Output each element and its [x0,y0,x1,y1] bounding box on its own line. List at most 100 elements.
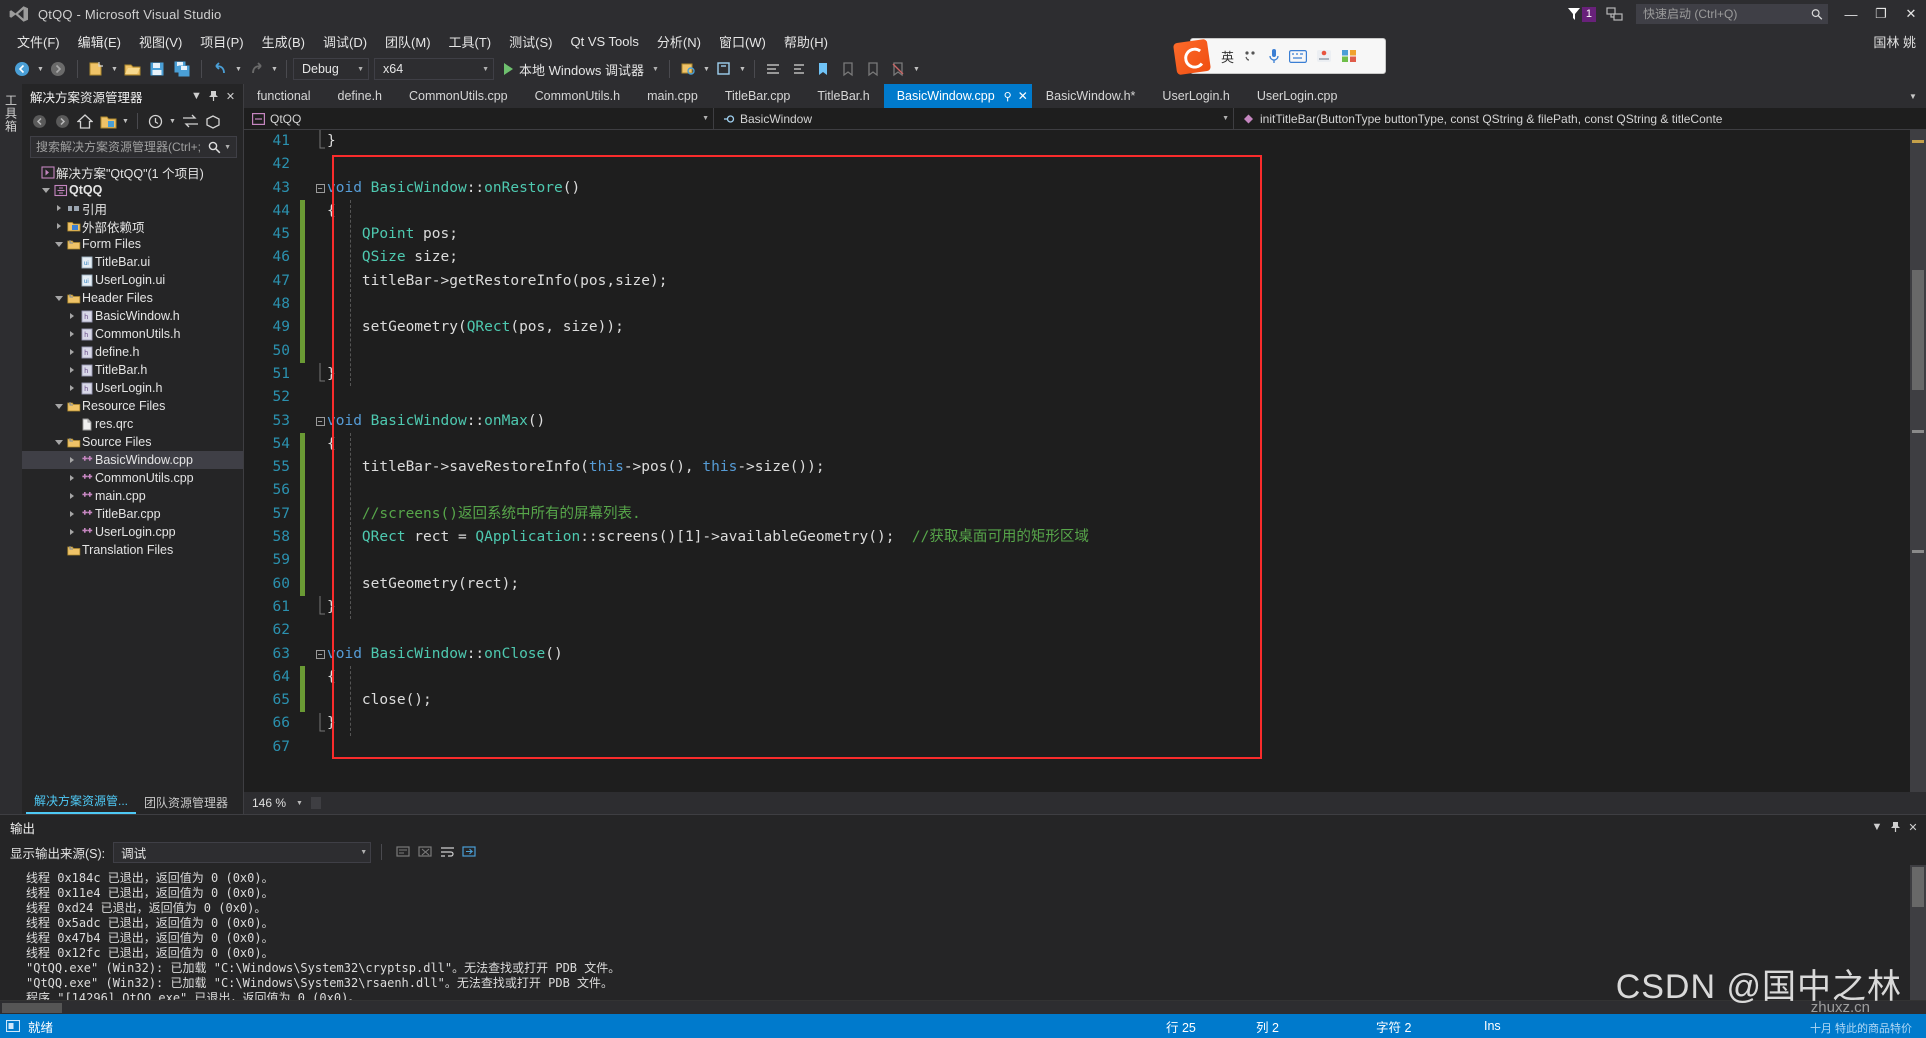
show-all-files-dropdown[interactable]: ▼ [120,109,131,133]
menu-window[interactable]: 窗口(W) [710,29,775,54]
save-button[interactable] [145,57,169,81]
ime-toolbox-button[interactable] [1341,49,1357,63]
tree-item[interactable]: h CommonUtils.h [22,325,243,343]
fold-collapse-icon[interactable]: − [313,649,327,659]
redo-button[interactable] [244,57,268,81]
redo-dropdown[interactable]: ▼ [269,57,280,81]
step-into-button[interactable] [712,57,736,81]
tree-item[interactable]: TitleBar.cpp [22,505,243,523]
show-all-files-icon[interactable] [97,110,119,132]
output-close-icon[interactable]: ✕ [1904,818,1922,836]
panel-menu-chevron-icon[interactable]: ▼ [188,87,205,105]
expand-triangle-icon[interactable] [52,205,65,211]
menu-project[interactable]: 项目(P) [191,29,252,54]
signed-in-user[interactable]: 国林 姚 [1873,32,1916,51]
code-text-area[interactable]: 41} 42 43− void BasicWindow::onRestore() 44{… [244,130,1910,792]
clear-all-icon[interactable] [414,841,436,863]
expand-triangle-icon[interactable] [65,349,78,355]
output-vertical-scrollbar[interactable] [1910,865,1926,1000]
chevron-down-icon[interactable]: ▼ [652,66,659,73]
ime-keyboard-button[interactable] [1289,49,1308,63]
start-debugging-button[interactable]: 本地 Windows 调试器 ▼ [499,57,663,81]
code-editor[interactable]: 41} 42 43− void BasicWindow::onRestore() 44{… [244,130,1926,792]
editor-tab[interactable]: BasicWindow.h* [1033,84,1150,108]
back-icon[interactable] [28,110,50,132]
menu-team[interactable]: 团队(M) [376,29,440,54]
collapse-triangle-icon[interactable] [52,439,65,445]
solution-configuration-combo[interactable]: Debug ▼ [293,58,369,80]
expand-triangle-icon[interactable] [65,511,78,517]
fold-collapse-icon[interactable]: − [313,183,327,193]
clear-bookmarks-button[interactable] [886,57,910,81]
comment-button[interactable] [761,57,785,81]
search-options-chevron-icon[interactable]: ▼ [221,144,234,151]
editor-tab[interactable]: UserLogin.h [1149,84,1244,108]
collapse-triangle-icon[interactable] [39,187,52,193]
tree-item[interactable]: h define.h [22,343,243,361]
toolbox-rail[interactable]: 工具箱 [0,84,22,814]
tree-item[interactable]: UserLogin.cpp [22,523,243,541]
collapse-triangle-icon[interactable] [52,241,65,247]
navbar-class-dropdown[interactable]: BasicWindow ▼ [714,108,1234,129]
menu-analyze[interactable]: 分析(N) [648,29,710,54]
ime-voice-input-button[interactable] [1268,48,1280,64]
editor-tab[interactable]: functional [244,84,325,108]
menu-build[interactable]: 生成(B) [253,29,314,54]
quick-launch-input[interactable] [1643,7,1811,21]
close-button[interactable]: ✕ [1896,0,1926,28]
close-panel-icon[interactable]: ✕ [222,87,239,105]
ime-punctuation-toggle[interactable] [1243,49,1259,63]
output-scrollbar-thumb[interactable] [1912,867,1924,907]
expand-triangle-icon[interactable] [65,475,78,481]
menu-qt-vs-tools[interactable]: Qt VS Tools [561,31,647,52]
menu-view[interactable]: 视图(V) [130,29,191,54]
find-message-icon[interactable] [392,841,414,863]
bookmark-next-button[interactable] [861,57,885,81]
expand-triangle-icon[interactable] [65,457,78,463]
tree-item[interactable]: Form Files [22,235,243,253]
minimize-button[interactable]: — [1836,0,1866,28]
pin-icon[interactable] [205,87,222,105]
quick-launch-box[interactable] [1636,4,1828,24]
uncomment-button[interactable] [786,57,810,81]
menu-debug[interactable]: 调试(D) [314,29,376,54]
tree-item[interactable]: main.cpp [22,487,243,505]
pending-changes-dropdown[interactable]: ▼ [167,109,178,133]
tree-item[interactable]: ui UserLogin.ui [22,271,243,289]
step-dropdown[interactable]: ▼ [737,57,748,81]
tree-item[interactable]: h BasicWindow.h [22,307,243,325]
editor-tab-active[interactable]: BasicWindow.cpp ⚲ ✕ [883,84,1033,108]
expand-triangle-icon[interactable] [65,331,78,337]
open-file-button[interactable] [120,57,144,81]
tree-item[interactable]: 引用 [22,199,243,217]
expand-triangle-icon[interactable] [65,367,78,373]
scrollbar-thumb[interactable] [1912,270,1924,390]
save-all-button[interactable] [170,57,194,81]
output-horizontal-scrollbar[interactable] [0,1000,1926,1014]
navigate-backward-button[interactable] [10,57,34,81]
navigate-backward-dropdown[interactable]: ▼ [35,57,46,81]
undo-button[interactable] [208,57,232,81]
output-text[interactable]: 线程 0x184c 已退出，返回值为 0 (0x0)。 线程 0x11e4 已退出… [0,865,1910,1000]
toolbar-overflow-button[interactable]: ▼ [911,57,922,81]
maximize-restore-button[interactable]: ❐ [1866,0,1896,28]
editor-tab-strip[interactable]: functional define.h CommonUtils.cpp CommonU… [244,84,1926,108]
fold-collapse-icon[interactable]: − [313,416,327,426]
new-project-dropdown[interactable]: ▼ [109,57,120,81]
tree-item[interactable]: QtQQ [22,181,243,199]
menu-test[interactable]: 测试(S) [500,29,561,54]
tree-item[interactable]: Source Files [22,433,243,451]
forward-icon[interactable] [51,110,73,132]
bookmark-button[interactable] [811,57,835,81]
attach-dropdown[interactable]: ▼ [701,57,712,81]
output-source-combo[interactable]: 调试 ▼ [113,841,372,863]
tree-item[interactable]: res.qrc [22,415,243,433]
editor-tab[interactable]: UserLogin.cpp [1244,84,1352,108]
tab-team-explorer[interactable]: 团队资源管理器 [136,792,236,814]
menu-file[interactable]: 文件(F) [8,29,69,54]
solution-explorer-search[interactable]: ▼ [30,136,237,158]
toggle-wordwrap-icon[interactable] [436,841,458,863]
navbar-member-dropdown[interactable]: initTitleBar(ButtonType buttonType, cons… [1234,108,1926,129]
editor-tab[interactable]: TitleBar.cpp [712,84,805,108]
editor-tab[interactable]: CommonUtils.h [522,84,635,108]
